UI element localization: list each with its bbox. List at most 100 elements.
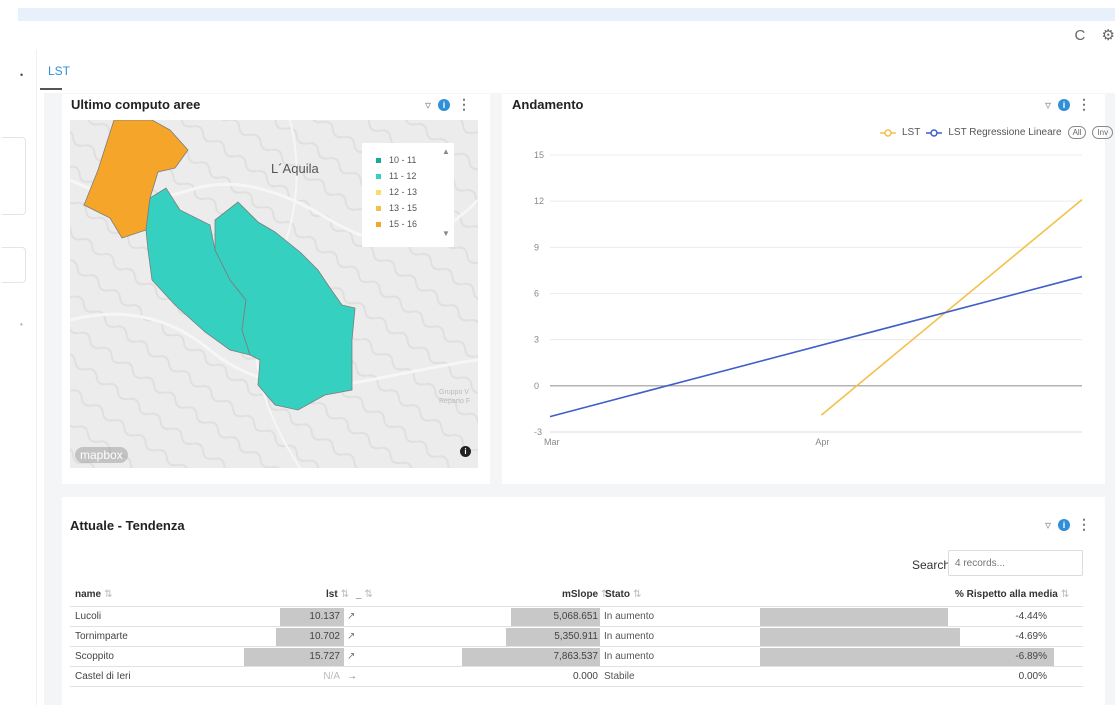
cell-name: Tornimparte <box>75 631 128 642</box>
cell-stato: In aumento <box>604 651 655 662</box>
top-banner <box>18 8 1115 21</box>
info-icon[interactable]: i <box>438 98 451 111</box>
filter-icon[interactable]: ▿ <box>1045 98 1051 112</box>
rispetto-bar <box>760 608 949 626</box>
row-divider <box>70 666 1083 667</box>
rail-bullet-icon[interactable]: • <box>20 70 23 80</box>
column-header-lst[interactable]: lst ⇅ _ ⇅ <box>326 589 373 600</box>
row-divider <box>70 646 1083 647</box>
sort-icon[interactable]: ⇅ <box>104 589 112 600</box>
table-card-tools: ▿ i ⋮ <box>1045 516 1091 533</box>
legend-label: 11 - 12 <box>389 171 417 181</box>
map-legend: ▲ 10 - 11 11 - 12 12 - 13 13 - 15 15 - 1… <box>362 143 454 247</box>
legend-series-lst-label[interactable]: LST <box>902 127 920 138</box>
cell-lst: N/A <box>323 671 340 682</box>
table-card-title: Attuale - Tendenza <box>70 518 185 533</box>
column-header-stato[interactable]: Stato ⇅ <box>605 589 641 600</box>
column-header-label: % Rispetto alla media <box>955 589 1058 600</box>
more-menu-icon[interactable]: ⋮ <box>1077 516 1091 533</box>
chart-legend: LST LST Regressione Lineare All Inv <box>880 126 1114 139</box>
map-attribution-text: Gruppo V Reparto F <box>439 389 471 405</box>
mapbox-logo[interactable]: mapbox <box>75 447 128 463</box>
row-divider <box>70 686 1083 687</box>
legend-series-lst-icon[interactable] <box>880 128 896 138</box>
legend-swatch <box>376 173 381 179</box>
info-icon[interactable]: i <box>1058 98 1071 111</box>
trend-arrow-icon: ↗ <box>347 611 356 622</box>
cell-mslope: 7,863.537 <box>553 651 599 662</box>
cell-stato: In aumento <box>604 611 655 622</box>
top-toolbar: C ⚙ <box>1063 26 1115 44</box>
sort-icon[interactable]: ⇅ <box>1061 589 1069 600</box>
legend-swatch <box>376 221 381 227</box>
tab-active-indicator <box>40 88 62 90</box>
legend-scroll-down-icon[interactable]: ▼ <box>442 229 450 238</box>
y-tick-label: 3 <box>534 335 539 345</box>
filter-icon[interactable]: ▿ <box>425 98 431 112</box>
trend-arrow-icon: ↗ <box>347 631 356 642</box>
cell-rispetto: 0.00% <box>1018 671 1047 682</box>
cell-name: Scoppito <box>75 651 114 662</box>
legend-item: 10 - 11 <box>376 155 416 165</box>
legend-item: 15 - 16 <box>376 219 417 229</box>
column-header-label: _ <box>355 589 362 600</box>
legend-all-button[interactable]: All <box>1067 126 1087 139</box>
legend-item: 13 - 15 <box>376 203 417 213</box>
legend-series-regression-icon[interactable] <box>926 128 943 138</box>
sort-icon[interactable]: ⇅ <box>341 589 349 600</box>
legend-label: 12 - 13 <box>389 187 418 197</box>
line-chart[interactable]: -3 0 3 6 9 12 15 Mar Apr <box>530 147 1090 457</box>
row-divider <box>70 626 1083 627</box>
tab-lst[interactable]: LST <box>48 64 70 78</box>
search-input[interactable] <box>948 550 1083 576</box>
rail-bullet-icon-2: • <box>20 320 23 329</box>
trend-arrow-icon: ↗ <box>347 651 356 662</box>
search-label: Search <box>912 558 951 572</box>
cell-rispetto: -4.44% <box>1015 611 1047 622</box>
cell-name: Castel di Ieri <box>75 671 131 682</box>
legend-item: 11 - 12 <box>376 171 416 181</box>
filter-icon[interactable]: ▿ <box>1045 518 1051 532</box>
legend-series-regression-label[interactable]: LST Regressione Lineare <box>948 127 1061 138</box>
cell-stato: Stabile <box>604 671 635 682</box>
chart-card-tools: ▿ i ⋮ <box>1045 96 1091 113</box>
refresh-icon[interactable]: C <box>1075 27 1086 44</box>
map-attribution: Gruppo V Reparto F <box>439 388 470 406</box>
cell-mslope: 5,068.651 <box>553 611 599 622</box>
sort-icon[interactable]: ⇅ <box>633 589 641 600</box>
legend-swatch <box>376 157 381 163</box>
y-tick-label: -3 <box>534 427 542 437</box>
cell-rispetto: -6.89% <box>1015 651 1047 662</box>
sort-icon[interactable]: ⇅ <box>364 589 372 600</box>
legend-invert-button[interactable]: Inv <box>1092 126 1114 139</box>
column-header-mslope[interactable]: mSlope ⇅ <box>562 589 610 600</box>
legend-scroll-up-icon[interactable]: ▲ <box>442 147 450 156</box>
column-header-rispetto[interactable]: % Rispetto alla media ⇅ <box>955 589 1069 600</box>
rail-panel-toggle-2[interactable] <box>2 247 26 283</box>
cell-lst: 10.137 <box>309 611 340 622</box>
column-header-label: mSlope <box>562 589 599 600</box>
cell-mslope: 0.000 <box>572 671 598 682</box>
legend-label: 15 - 16 <box>389 219 418 229</box>
series-line-lst <box>820 199 1083 416</box>
rail-divider <box>36 50 37 705</box>
x-tick-label: Apr <box>815 437 829 447</box>
legend-item: 12 - 13 <box>376 187 417 197</box>
settings-icon[interactable]: ⚙ <box>1102 27 1115 44</box>
column-header-name[interactable]: name ⇅ <box>75 589 113 600</box>
info-icon[interactable]: i <box>1058 518 1071 531</box>
column-header-label: Stato <box>605 589 630 600</box>
rail-panel-toggle[interactable] <box>2 137 26 215</box>
y-tick-label: 6 <box>534 289 539 299</box>
y-tick-label: 0 <box>534 381 539 391</box>
legend-swatch <box>376 189 381 195</box>
map-city-label: L´Aquila <box>271 161 319 176</box>
header-divider <box>70 606 1083 607</box>
legend-label: 10 - 11 <box>389 155 417 165</box>
y-tick-label: 12 <box>534 196 544 206</box>
more-menu-icon[interactable]: ⋮ <box>1077 96 1091 113</box>
trend-arrow-icon: → <box>347 671 357 682</box>
map-info-icon[interactable]: i <box>460 446 471 457</box>
legend-label: 13 - 15 <box>389 203 418 213</box>
more-menu-icon[interactable]: ⋮ <box>457 96 471 113</box>
